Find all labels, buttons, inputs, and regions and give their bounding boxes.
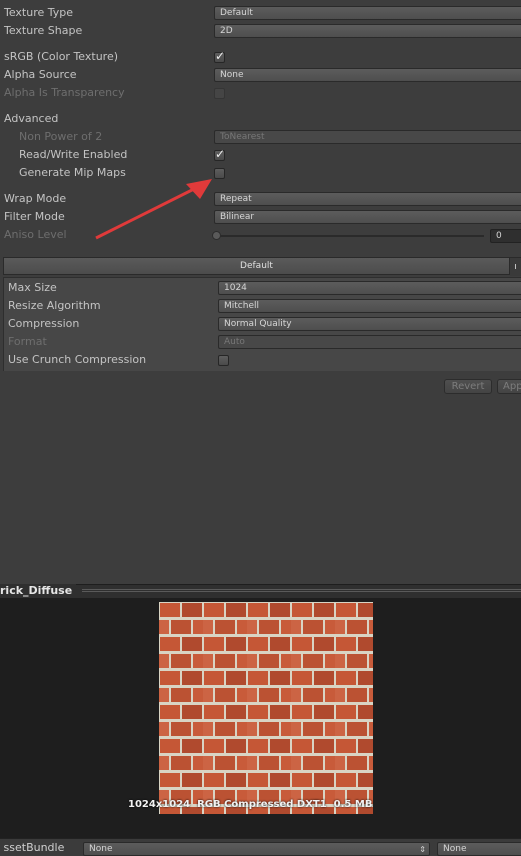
crunch-checkbox[interactable]	[218, 355, 229, 366]
crunch-label: Use Crunch Compression	[8, 353, 147, 366]
assetbundle-value: None	[89, 844, 113, 854]
tab-default[interactable]: Default	[3, 257, 510, 275]
texture-info: 1024x1024 RGB Compressed DXT1 0.5 MB	[128, 799, 373, 810]
compression-dropdown[interactable]: Normal Quality	[218, 317, 521, 331]
platform-tab-overflow[interactable]: ı	[510, 257, 521, 276]
assetbundle-label: AssetBundle	[0, 841, 65, 854]
preview-resize-grip[interactable]	[82, 589, 521, 593]
assetbundle-dropdown[interactable]: None ⇕	[83, 842, 430, 856]
assetbundle-label-clip	[0, 840, 4, 855]
format-label: Format	[8, 335, 47, 348]
assetbundle-variant-dropdown[interactable]: None	[437, 842, 521, 856]
dropdown-arrows-icon: ⇕	[419, 845, 426, 854]
resize-algorithm-dropdown[interactable]: Mitchell	[218, 299, 521, 313]
texture-preview-image	[159, 602, 373, 814]
max-size-label: Max Size	[8, 281, 57, 294]
format-dropdown[interactable]: Auto	[218, 335, 521, 349]
resize-algorithm-label: Resize Algorithm	[8, 299, 101, 312]
max-size-dropdown[interactable]: 1024	[218, 281, 521, 295]
preview-title: rick_Diffuse	[0, 584, 77, 598]
compression-label: Compression	[8, 317, 80, 330]
revert-button[interactable]: Revert	[444, 379, 492, 394]
apply-button[interactable]: App	[497, 379, 521, 394]
